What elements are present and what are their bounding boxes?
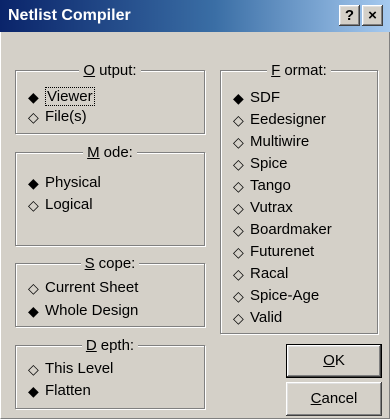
depth-legend: Depth: (16, 337, 204, 354)
format-option-valid-label: Valid (250, 309, 283, 326)
format-option-valid-indicator: ◇ (233, 310, 244, 326)
format-option-sdf-label: SDF (250, 89, 280, 106)
radio-physical-label: Physical (45, 174, 101, 191)
radio-flatten-label: Flatten (45, 382, 91, 399)
format-option-spice-label: Spice (250, 155, 288, 172)
depth-group: Depth: ◇ This Level ◆ Flatten (15, 337, 205, 409)
radio-current-sheet-indicator: ◇ (28, 280, 39, 296)
format-option-racal-indicator: ◇ (233, 266, 244, 282)
format-group: Format: ◆ SDF ◇ Eedesigner ◇ Multiwire ◇ Spi… (220, 62, 378, 334)
radio-logical[interactable]: ◇ Logical (28, 195, 93, 215)
format-option-valid[interactable]: ◇ Valid (233, 308, 282, 328)
format-option-futurenet-label: Futurenet (250, 243, 315, 260)
format-legend: Format: (221, 62, 377, 79)
radio-logical-indicator: ◇ (28, 197, 39, 213)
cancel-button[interactable]: Cancel (286, 382, 382, 416)
format-option-multiwire[interactable]: ◇ Multiwire (233, 132, 309, 152)
format-option-boardmaker[interactable]: ◇ Boardmaker (233, 220, 332, 240)
radio-current-sheet[interactable]: ◇ Current Sheet (28, 278, 138, 298)
format-option-spice-age-label: Spice-Age (250, 287, 320, 304)
format-option-racal-label: Racal (250, 265, 289, 282)
radio-flatten[interactable]: ◆ Flatten (28, 381, 91, 401)
format-option-eedesigner[interactable]: ◇ Eedesigner (233, 110, 326, 130)
format-option-multiwire-indicator: ◇ (233, 134, 244, 150)
format-option-eedesigner-indicator: ◇ (233, 112, 244, 128)
radio-this-level[interactable]: ◇ This Level (28, 359, 113, 379)
format-option-vutrax-label: Vutrax (250, 199, 293, 216)
mode-group: Mode: ◆ Physical ◇ Logical (15, 144, 205, 246)
format-option-sdf[interactable]: ◆ SDF (233, 88, 280, 108)
title-bar: Netlist Compiler ? × (0, 0, 390, 32)
format-option-spice-indicator: ◇ (233, 156, 244, 172)
radio-logical-label: Logical (45, 196, 93, 213)
format-option-boardmaker-indicator: ◇ (233, 222, 244, 238)
radio-viewer[interactable]: ◆ Viewer (28, 87, 95, 107)
format-option-racal[interactable]: ◇ Racal (233, 264, 288, 284)
radio-whole-design-indicator: ◆ (28, 303, 39, 319)
format-option-spice-age[interactable]: ◇ Spice-Age (233, 286, 319, 306)
radio-files-indicator: ◇ (28, 109, 39, 125)
radio-physical-indicator: ◆ (28, 175, 39, 191)
ok-button[interactable]: OK (286, 344, 382, 378)
format-option-tango[interactable]: ◇ Tango (233, 176, 291, 196)
radio-files[interactable]: ◇ File(s) (28, 107, 87, 127)
scope-legend: Scope: (16, 255, 204, 272)
format-option-tango-label: Tango (250, 177, 291, 194)
radio-viewer-indicator: ◆ (28, 89, 39, 105)
mode-legend: Mode: (16, 144, 204, 161)
format-option-multiwire-label: Multiwire (250, 133, 310, 150)
close-button[interactable]: × (362, 5, 383, 26)
format-option-vutrax[interactable]: ◇ Vutrax (233, 198, 293, 218)
format-option-spice-age-indicator: ◇ (233, 288, 244, 304)
radio-physical[interactable]: ◆ Physical (28, 173, 101, 193)
radio-whole-design-label: Whole Design (45, 302, 139, 319)
format-option-boardmaker-label: Boardmaker (250, 221, 332, 238)
format-option-vutrax-indicator: ◇ (233, 200, 244, 216)
format-option-futurenet-indicator: ◇ (233, 244, 244, 260)
format-option-eedesigner-label: Eedesigner (250, 111, 326, 128)
radio-files-label: File(s) (45, 108, 87, 125)
output-group: Output: ◆ Viewer ◇ File(s) (15, 62, 205, 134)
radio-this-level-label: This Level (45, 360, 114, 377)
output-legend: Output: (16, 62, 204, 79)
format-option-spice[interactable]: ◇ Spice (233, 154, 288, 174)
radio-whole-design[interactable]: ◆ Whole Design (28, 301, 138, 321)
format-option-futurenet[interactable]: ◇ Futurenet (233, 242, 314, 262)
window-title: Netlist Compiler (8, 7, 131, 24)
radio-flatten-indicator: ◆ (28, 383, 39, 399)
help-button[interactable]: ? (339, 5, 360, 26)
format-option-tango-indicator: ◇ (233, 178, 244, 194)
format-option-sdf-indicator: ◆ (233, 90, 244, 106)
radio-current-sheet-label: Current Sheet (45, 279, 139, 296)
radio-viewer-label: Viewer (45, 87, 95, 106)
radio-this-level-indicator: ◇ (28, 361, 39, 377)
scope-group: Scope: ◇ Current Sheet ◆ Whole Design (15, 255, 205, 327)
